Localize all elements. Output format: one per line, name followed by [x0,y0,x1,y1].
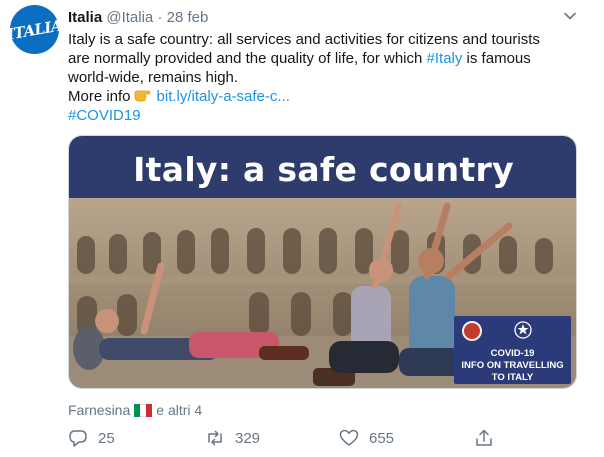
tweet-line: are normally provided and the quality of… [68,49,588,68]
account-name[interactable]: Italia [68,9,102,26]
tweet-line-2b: is famous [462,50,531,67]
tweet-line: world-wide, remains high. [68,68,588,87]
retweet-button[interactable]: 329 [205,428,260,448]
tweet-line: Italy is a safe country: all services an… [68,30,588,49]
tweet-line: #COVID19 [68,106,588,125]
tweet-line-3: world-wide, remains high. [68,69,239,86]
more-info-link[interactable]: bit.ly/italy-a-safe-c... [157,88,290,105]
reply-button[interactable]: 25 [68,428,115,448]
badge-line-1: COVID-19 [490,348,535,359]
hashtag-covid-link[interactable]: #COVID19 [68,107,141,124]
tweet-date[interactable]: 28 feb [167,9,209,26]
emblem-icon [514,321,532,339]
liked-by-name: Farnesina [68,402,131,418]
account-handle[interactable]: @Italia [106,9,153,26]
avatar[interactable]: ITALIA [10,5,59,54]
link-card[interactable]: Italy: a safe country COVID-19 INFO ON T… [68,135,577,389]
reply-count: 25 [98,429,115,447]
liked-by[interactable]: Farnesina e altri 4 [68,402,202,418]
reply-icon [69,430,87,447]
retweet-icon [208,430,222,446]
hashtag-italy-link[interactable]: #Italy [427,50,463,67]
like-button[interactable]: 655 [339,428,394,448]
share-icon [476,429,492,446]
tweet-text: Italy is a safe country: all services an… [68,30,588,125]
pointing-hand-icon [134,90,150,102]
more-info-label: More info [68,88,131,105]
chevron-down-icon[interactable] [563,9,577,23]
badge-line-2: INFO ON TRAVELLING [461,360,564,371]
tweet-actions: 25 329 655 [68,428,498,450]
badge-line-3: TO ITALY [491,372,534,383]
like-count: 655 [369,429,395,447]
retweet-count: 329 [235,429,261,447]
tweet-line-2a: are normally provided and the quality of… [68,50,427,67]
covid-info-badge: COVID-19 INFO ON TRAVELLING TO ITALY [454,316,571,384]
tweet-line: More info bit.ly/italy-a-safe-c... [68,87,588,106]
heart-icon [339,429,359,446]
liked-by-others: e altri 4 [156,402,203,418]
seal-icon [462,321,482,341]
avatar-logo-text: ITALIA [10,15,59,44]
italian-flag-icon [134,403,153,417]
separator-dot: · [157,9,163,26]
share-button[interactable] [474,428,494,448]
tweet-header: Italia @Italia · 28 feb [68,9,208,27]
tweet-line-1: Italy is a safe country: all services an… [68,31,540,48]
card-title: Italy: a safe country [133,150,514,189]
